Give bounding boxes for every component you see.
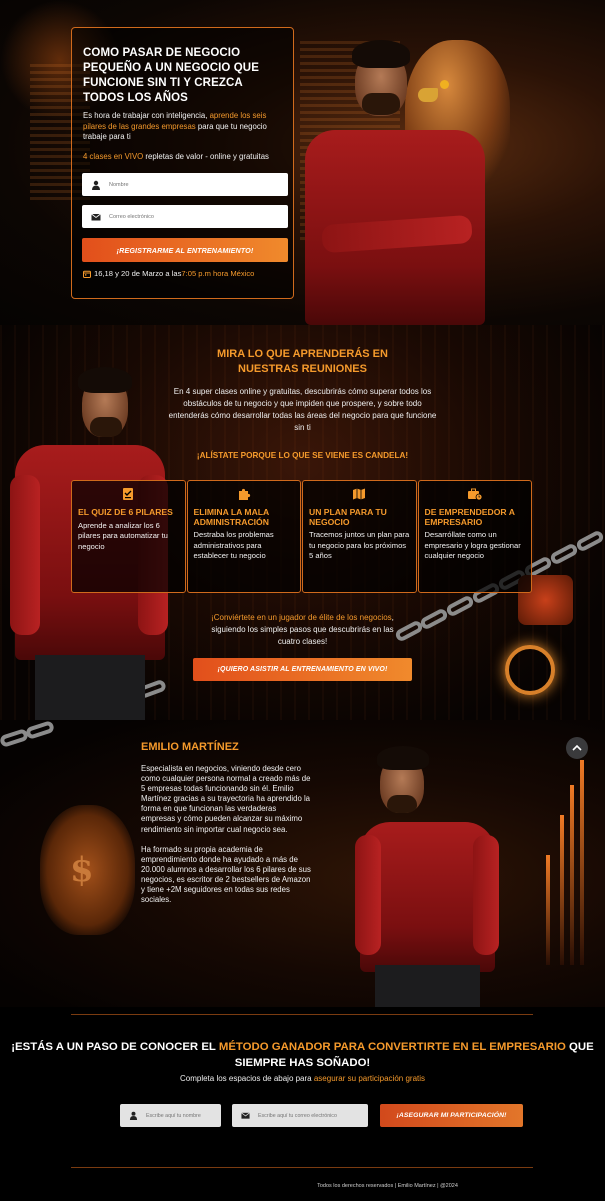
calendar-icon	[83, 270, 91, 278]
elite-message: ¡Conviértete en un jugador de élite de l…	[200, 612, 405, 648]
dollar-sign: $	[70, 850, 94, 890]
topic-card: ELIMINA LA MALA ADMINISTRACIÓN Destraba …	[186, 480, 301, 593]
hero-intro-text: Es hora de trabajar con inteligencia,	[83, 111, 210, 120]
bio-name: EMILIO MARTÍNEZ	[141, 741, 239, 753]
hero-classes-highlight: 4 clases en VIVO	[83, 151, 144, 161]
divider	[71, 1167, 533, 1168]
map-icon	[353, 488, 366, 500]
final-subtitle: Completa los espacios de abajo para aseg…	[0, 1074, 605, 1083]
topic-card-title: ELIMINA LA MALA ADMINISTRACIÓN	[193, 507, 269, 527]
event-time-highlight: 7:05 p.m hora México	[181, 269, 255, 278]
bio-section: $ EMILIO MARTÍNEZ Especialista en negoci…	[0, 720, 605, 1007]
topic-card-title: EL QUIZ DE 6 PILARES	[78, 507, 173, 517]
name-field[interactable]	[82, 173, 288, 196]
attend-training-button[interactable]: ¡QUIERO ASISTIR AL ENTRENAMIENTO EN VIVO…	[193, 658, 412, 681]
registration-card: COMO PASAR DE NEGOCIO PEQUEÑO A UN NEGOC…	[71, 27, 294, 299]
hero-intro: Es hora de trabajar con inteligencia, ap…	[83, 111, 283, 143]
final-subtitle-text: Completa los espacios de abajo para	[179, 1074, 314, 1083]
final-name-field[interactable]	[120, 1104, 221, 1127]
hero-person-image	[300, 35, 490, 325]
hero-title: COMO PASAR DE NEGOCIO PEQUEÑO A UN NEGOC…	[83, 47, 259, 104]
puzzle-icon	[238, 488, 250, 500]
learn-title-line1: MIRA LO QUE APRENDERÁS EN	[217, 348, 388, 360]
envelope-icon	[241, 1112, 250, 1119]
hero-classes: 4 clases en VIVO repletas de valor - onl…	[83, 152, 283, 163]
final-name-input[interactable]	[146, 1112, 221, 1119]
topic-card-text: Desarróllate como un empresario y logra …	[424, 530, 521, 560]
chevron-up-icon	[572, 744, 582, 751]
secure-participation-button[interactable]: ¡ASEGURAR MI PARTICIPACIÓN!	[380, 1104, 523, 1127]
topic-card: EL QUIZ DE 6 PILARES Aprende a analizar …	[71, 480, 186, 593]
register-button[interactable]: ¡REGISTRARME AL ENTRENAMIENTO!	[82, 238, 288, 262]
checklist-icon	[123, 488, 134, 500]
name-input[interactable]	[109, 181, 279, 188]
divider	[71, 1014, 533, 1015]
topics-cards: EL QUIZ DE 6 PILARES Aprende a analizar …	[71, 480, 533, 593]
chain-decoration	[0, 720, 300, 760]
learn-tagline: ¡ALÍSTATE PORQUE LO QUE SE VIENE ES CAND…	[196, 451, 409, 460]
bio-paragraph: Especialista en negocios, viniendo desde…	[141, 764, 311, 834]
topic-card-text: Destraba los problemas administrativos p…	[193, 530, 274, 560]
final-title-highlight: MÉTODO GANADOR PARA CONVERTIRTE EN EL EM…	[218, 1041, 566, 1053]
envelope-icon	[91, 213, 101, 220]
learn-title-line2: NUESTRAS REUNIONES	[238, 363, 367, 375]
footer-copyright: Todos los derechos reservados | Emilio M…	[317, 1183, 458, 1189]
elite-highlight: ¡Conviértete en un jugador de élite de l…	[211, 613, 392, 622]
topic-card-title: DE EMPRENDEDOR A EMPRESARIO	[424, 507, 515, 527]
bio-text: Especialista en negocios, viniendo desde…	[141, 764, 311, 905]
email-input[interactable]	[109, 213, 279, 220]
final-cta-section: ¡ESTÁS A UN PASO DE CONOCER EL MÉTODO GA…	[0, 1007, 605, 1201]
bio-person-image	[355, 740, 500, 1007]
final-email-field[interactable]	[232, 1104, 368, 1127]
scroll-to-top-button[interactable]	[566, 737, 588, 759]
user-icon	[92, 180, 100, 190]
final-title: ¡ESTÁS A UN PASO DE CONOCER EL MÉTODO GA…	[0, 1039, 605, 1071]
final-subtitle-highlight: asegurar su participación gratis	[313, 1074, 426, 1083]
topic-card-text: Aprende a analizar los 6 pilares para au…	[78, 520, 168, 551]
topic-card-title: UN PLAN PARA TU NEGOCIO	[309, 507, 387, 527]
learn-description: En 4 super clases online y gratuitas, de…	[168, 387, 437, 432]
topic-card-text: Tracemos juntos un plan para tu negocio …	[309, 530, 410, 560]
event-date-text: 16,18 y 20 de Marzo a las	[94, 269, 182, 278]
learn-section: MIRA LO QUE APRENDERÁS EN NUESTRAS REUNI…	[0, 325, 605, 720]
bio-paragraph: Ha formado su propia academia de emprend…	[141, 844, 311, 905]
briefcase-clock-icon	[467, 488, 483, 501]
user-icon	[129, 1111, 138, 1120]
email-field[interactable]	[82, 205, 288, 228]
event-date: 16,18 y 20 de Marzo a las 7:05 p.m hora …	[83, 269, 254, 278]
hero-classes-text: repletas de valor - online y gratuitas	[143, 151, 269, 161]
hero-section: COMO PASAR DE NEGOCIO PEQUEÑO A UN NEGOC…	[0, 0, 605, 325]
topic-card: DE EMPRENDEDOR A EMPRESARIO Desarróllate…	[417, 480, 532, 593]
final-title-text: ¡ESTÁS A UN PASO DE CONOCER EL	[11, 1041, 219, 1053]
topic-card: UN PLAN PARA TU NEGOCIO Tracemos juntos …	[302, 480, 417, 593]
learn-title: MIRA LO QUE APRENDERÁS EN NUESTRAS REUNI…	[0, 347, 605, 377]
final-email-input[interactable]	[258, 1112, 366, 1119]
